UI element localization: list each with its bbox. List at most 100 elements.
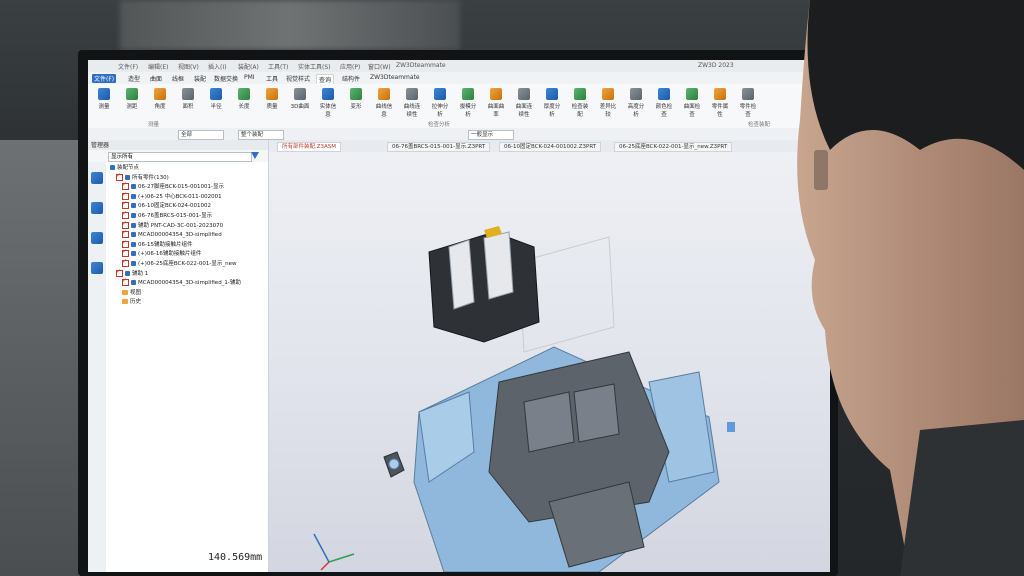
tree-item[interactable]: 06-76盖BRCS-015-001-显示 (122, 210, 212, 220)
menu-assembly[interactable]: 装配(A) (238, 62, 259, 71)
properties-icon[interactable] (91, 262, 103, 274)
tree-item[interactable]: (+)06-16辅助接触片组件 (122, 248, 201, 258)
funnel-icon[interactable] (251, 152, 259, 159)
layers-icon[interactable] (91, 232, 103, 244)
ribbon-tool-label: 面积 (182, 104, 194, 110)
visibility-checkbox[interactable] (122, 229, 129, 239)
tree-item[interactable]: 历史 (122, 298, 141, 306)
relay-terminal-1 (448, 239, 475, 310)
visibility-checkbox[interactable] (122, 220, 129, 229)
ribbon-tab-1[interactable]: 造型 (126, 74, 142, 83)
visibility-checkbox[interactable] (116, 268, 123, 277)
document-tab-1[interactable]: 06-76盖BRCS-015-001-显示.Z3PRT (387, 142, 491, 152)
ribbon-tab-5[interactable]: 数据交换 (212, 74, 240, 83)
ribbon-tool-19[interactable]: 高度分析 (626, 88, 646, 118)
menu-tools[interactable]: 工具(T) (268, 62, 288, 71)
filter-combo[interactable]: 全部 (178, 130, 224, 140)
tree-item[interactable]: MCAD00004354_3D-simplified_1-辅助 (122, 277, 241, 287)
tree-item[interactable]: 辅助 1 (116, 268, 148, 278)
ribbon-tool-22[interactable]: 零件属性 (710, 88, 730, 118)
part-icon (131, 203, 136, 209)
visibility-checkbox[interactable] (122, 258, 129, 267)
tree-item-label: 所有零件(130) (132, 174, 169, 181)
menu-apps[interactable]: 应用(P) (340, 62, 360, 71)
tree-item[interactable]: (+)06-25 中心BCK-011-002001 (122, 191, 222, 201)
tree-item[interactable]: 06-15辅助接触片组件 (122, 239, 192, 249)
ribbon-tab-4[interactable]: 装配 (192, 74, 208, 83)
mass-icon (266, 88, 278, 100)
tree-item[interactable]: 辅助 PNT-CAD-3C-001-2023070 (122, 220, 223, 230)
tree-item-label: MCAD00004354_3D-simplified (138, 232, 222, 239)
ribbon-tool-label: 3D曲面 (290, 104, 310, 110)
assembly-manager-panel: 管理器 显示所有 装配节点所有零件(130) 06-27脚座BCK-015-001… (88, 140, 269, 572)
select-scope-combo[interactable]: 整个装配 (238, 130, 284, 140)
ribbon-tab-2[interactable]: 曲面 (148, 74, 164, 83)
ribbon-tool-13[interactable]: 拔模分析 (458, 88, 478, 118)
visibility-checkbox[interactable] (122, 200, 129, 210)
ribbon-tool-15[interactable]: 曲面连续性 (514, 88, 534, 118)
visibility-checkbox[interactable] (122, 181, 129, 191)
display-mode-combo[interactable]: 一般显示 (468, 130, 514, 140)
visibility-checkbox[interactable] (122, 239, 129, 248)
ribbon-tool-label: 曲线连续性 (403, 104, 421, 118)
panel-title: 管理器 (88, 140, 268, 150)
menu-file[interactable]: 文件(F) (118, 62, 138, 71)
visibility-checkbox[interactable] (122, 191, 129, 200)
document-tab-0[interactable]: 所有部件装配.Z3ASM (277, 142, 342, 152)
ribbon-tool-7[interactable]: 3D曲面 (290, 88, 310, 110)
tree-item[interactable]: 06-10固定BCK-024-001002 (122, 200, 211, 210)
ribbon-tool-3[interactable]: 面积 (178, 88, 198, 110)
visibility-checkbox[interactable] (122, 210, 129, 219)
ribbon-tab-6[interactable]: PMI (242, 74, 257, 81)
thickness-icon (546, 88, 558, 100)
ribbon-tab-8[interactable]: 视觉样式 (284, 74, 312, 83)
ribbon-tool-11[interactable]: 曲线连续性 (402, 88, 422, 118)
ribbon-tab-11[interactable]: ZW3Dteammate (368, 74, 422, 81)
ribbon-tool-2[interactable]: 角度 (150, 88, 170, 110)
document-tab-3[interactable]: 06-25底座BCK-022-001-显示_new.Z3PRT (614, 142, 733, 152)
ribbon-tab-7[interactable]: 工具 (264, 74, 280, 83)
ribbon-tool-12[interactable]: 拉伸分析 (430, 88, 450, 118)
ribbon-tool-label: 半径 (210, 104, 222, 110)
ribbon-tool-23[interactable]: 零件检查 (738, 88, 758, 118)
tree-item-label: 视图 (130, 289, 142, 296)
3d-viewport[interactable] (269, 152, 830, 572)
tree-item[interactable]: 视图 (122, 289, 141, 297)
ribbon-tool-4[interactable]: 半径 (206, 88, 226, 110)
ribbon-tool-0[interactable]: 测量 (94, 88, 114, 110)
ribbon-tool-18[interactable]: 差异比较 (598, 88, 618, 118)
ribbon-tool-6[interactable]: 质量 (262, 88, 282, 110)
menu-insert[interactable]: 插入(I) (208, 62, 226, 71)
ribbon-tool-5[interactable]: 长度 (234, 88, 254, 110)
menu-window[interactable]: 窗口(W) (368, 62, 391, 71)
ribbon-tool-9[interactable]: 变形 (346, 88, 366, 110)
menu-edit[interactable]: 编辑(E) (148, 62, 168, 71)
ribbon-tool-17[interactable]: 检查装配 (570, 88, 590, 118)
menu-teammate[interactable]: ZW3Dteammate (396, 62, 446, 69)
ribbon-tool-14[interactable]: 曲面曲率 (486, 88, 506, 118)
assembly-tree-icon[interactable] (91, 172, 103, 184)
document-tab-2[interactable]: 06-10固定BCK-024-001002.Z3PRT (499, 142, 602, 152)
ribbon-tab-10[interactable]: 结构件 (340, 74, 362, 83)
ribbon-tool-21[interactable]: 曲面检查 (682, 88, 702, 118)
ribbon-tool-1[interactable]: 测距 (122, 88, 142, 110)
menu-solid-tools[interactable]: 实体工具(S) (298, 62, 331, 71)
tree-item[interactable]: 06-27脚座BCK-015-001001-显示 (122, 181, 224, 191)
ribbon-tool-label: 测距 (126, 104, 138, 110)
menu-view[interactable]: 视图(V) (178, 62, 199, 71)
history-icon[interactable] (91, 202, 103, 214)
ribbon-tab-3[interactable]: 线框 (170, 74, 186, 83)
ribbon-tool-label: 拔模分析 (459, 104, 477, 118)
ribbon-tool-8[interactable]: 实体信息 (318, 88, 338, 118)
tree-item[interactable]: MCAD00004354_3D-simplified (122, 229, 222, 239)
ribbon-tool-10[interactable]: 曲线信息 (374, 88, 394, 118)
ribbon-tool-20[interactable]: 颜色检查 (654, 88, 674, 118)
tree-item[interactable]: (+)06-25底座BCK-022-001-显示_new (122, 258, 237, 268)
tree-filter-input[interactable]: 显示所有 (108, 152, 252, 162)
visibility-checkbox[interactable] (122, 277, 129, 287)
ribbon-tab-0[interactable]: 文件(F) (92, 74, 117, 83)
tree-item[interactable]: 装配节点 (110, 164, 139, 172)
visibility-checkbox[interactable] (116, 172, 123, 181)
visibility-checkbox[interactable] (122, 248, 129, 258)
ribbon-tool-16[interactable]: 厚度分析 (542, 88, 562, 118)
